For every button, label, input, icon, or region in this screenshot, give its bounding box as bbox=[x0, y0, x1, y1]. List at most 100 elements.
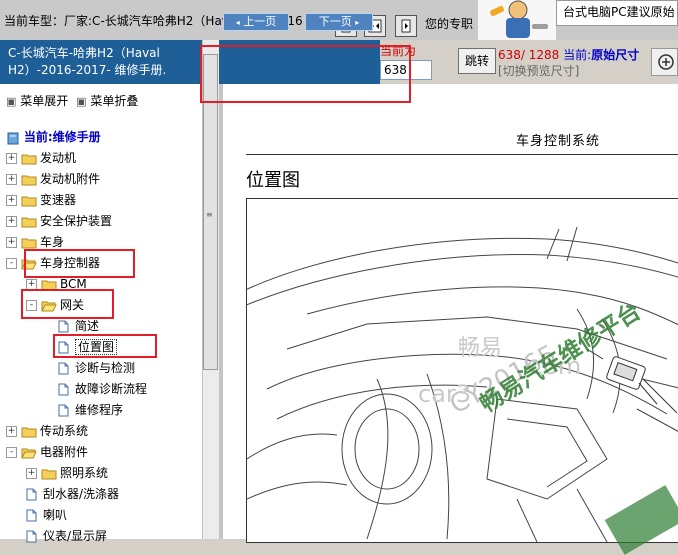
document-icon bbox=[26, 487, 43, 501]
tree-item[interactable]: + 发动机附件 bbox=[6, 169, 100, 189]
document-icon bbox=[26, 529, 43, 543]
tree-item[interactable]: + BCM bbox=[26, 274, 87, 294]
tree-item[interactable]: + 照明系统 bbox=[26, 463, 108, 483]
menu-expand-link[interactable]: 菜单展开 bbox=[20, 94, 68, 108]
next-page-button[interactable]: 下一页 ▸ bbox=[305, 13, 373, 31]
expand-toggle-icon[interactable]: + bbox=[6, 195, 17, 206]
tree-item[interactable]: 位置图 bbox=[58, 337, 118, 357]
document-icon bbox=[58, 361, 75, 375]
document-icon bbox=[26, 508, 43, 522]
doc-divider bbox=[246, 154, 678, 155]
document-icon bbox=[58, 319, 75, 333]
tree-item-label: 故障诊断流程 bbox=[75, 382, 148, 396]
tree-item-label: 位置图 bbox=[75, 339, 118, 355]
expand-toggle-icon[interactable]: + bbox=[6, 426, 17, 437]
tree-item[interactable]: + 变速器 bbox=[6, 190, 76, 210]
tree-item-label: 照明系统 bbox=[60, 466, 109, 480]
collapse-toggle-icon[interactable]: - bbox=[6, 258, 17, 269]
model-label: 当前车型： bbox=[4, 14, 65, 28]
ad-mechanic-image[interactable] bbox=[478, 0, 556, 40]
menu-collapse-link[interactable]: 菜单折叠 bbox=[90, 94, 138, 108]
manual-title: C-长城汽车-哈弗H2（Haval H2）-2016-2017- 维修手册. bbox=[0, 40, 218, 84]
expand-icon: ▣ bbox=[6, 95, 17, 108]
expand-toggle-icon[interactable]: + bbox=[6, 237, 17, 248]
document-icon bbox=[58, 403, 75, 417]
tree-item-label: 发动机 bbox=[40, 151, 77, 165]
tree-item[interactable]: 诊断与检测 bbox=[58, 358, 135, 378]
tree-item-label: 变速器 bbox=[40, 193, 77, 207]
tree-item[interactable]: 故障诊断流程 bbox=[58, 379, 147, 399]
splitter-grip-icon: ≡ bbox=[206, 210, 213, 219]
tree-item-label: 网关 bbox=[60, 298, 85, 312]
collapse-toggle-icon[interactable]: - bbox=[26, 300, 37, 311]
triangle-right-icon: ▸ bbox=[355, 18, 360, 27]
tree-item-label: 安全保护装置 bbox=[40, 214, 113, 228]
dashboard-line-drawing bbox=[236, 226, 678, 543]
folder-open-icon bbox=[21, 445, 40, 459]
ad-banner[interactable]: 台式电脑PC建议原始 bbox=[556, 0, 678, 26]
tree-item[interactable]: - 车身控制器 bbox=[6, 253, 100, 273]
tree-item[interactable]: 简述 bbox=[58, 316, 99, 336]
expand-toggle-icon[interactable]: + bbox=[26, 468, 37, 479]
collapse-toggle-icon[interactable]: - bbox=[6, 447, 17, 458]
doc-header: 车身控制系统 bbox=[516, 134, 601, 149]
tree-item-label: 简述 bbox=[75, 319, 100, 333]
next-page-label: 下一页 bbox=[318, 15, 352, 28]
tree-item-label: 发动机附件 bbox=[40, 172, 101, 186]
document-icon bbox=[58, 340, 75, 354]
expand-toggle-icon[interactable]: + bbox=[26, 279, 37, 290]
folder-icon bbox=[21, 235, 40, 249]
tree-item-label: 仪表/显示屏 bbox=[43, 529, 108, 543]
tree-item[interactable]: 仪表/显示屏 bbox=[26, 526, 107, 546]
tree-item-label: 维修程序 bbox=[75, 403, 124, 417]
folder-icon bbox=[41, 466, 60, 480]
tree-item-label: 诊断与检测 bbox=[75, 361, 136, 375]
tree-item[interactable]: - 电器附件 bbox=[6, 442, 88, 462]
folder-icon bbox=[41, 277, 60, 291]
tree-item-label: 电器附件 bbox=[40, 445, 89, 459]
location-diagram bbox=[236, 198, 678, 543]
current-page-label: 当前为 bbox=[380, 44, 417, 58]
jump-button[interactable]: 跳转 bbox=[458, 48, 496, 74]
pager-bar bbox=[218, 40, 380, 84]
arrow-right-icon bbox=[401, 19, 411, 33]
expand-toggle-icon[interactable]: + bbox=[6, 174, 17, 185]
tree-item[interactable]: - 网关 bbox=[26, 295, 84, 315]
mechanic-icon bbox=[490, 0, 548, 38]
folder-open-icon bbox=[21, 256, 40, 270]
tree-root[interactable]: 当前:维修手册 bbox=[6, 127, 101, 147]
folder-icon bbox=[21, 172, 40, 186]
tree-root-label: 当前:维修手册 bbox=[23, 130, 101, 144]
tree-item-label: BCM bbox=[60, 277, 87, 291]
tree-item[interactable]: + 发动机 bbox=[6, 148, 76, 168]
folder-icon bbox=[21, 424, 40, 438]
tree-item[interactable]: + 传动系统 bbox=[6, 421, 88, 441]
tree-item[interactable]: 喇叭 bbox=[26, 505, 67, 525]
top-hint-text: 您的专职 bbox=[425, 17, 474, 31]
doc-title: 位置图 bbox=[246, 170, 300, 191]
prev-page-label: 上一页 bbox=[243, 15, 277, 28]
page-number-input[interactable] bbox=[380, 60, 432, 80]
zoom-button[interactable] bbox=[651, 48, 678, 76]
zoom-label: 当前: bbox=[563, 48, 592, 62]
tree-item-label: 刮水器/洗涤器 bbox=[43, 487, 120, 501]
nav-right-button[interactable] bbox=[395, 15, 417, 37]
page-count: 638/ 1288 bbox=[498, 48, 560, 62]
expand-toggle-icon[interactable]: + bbox=[6, 153, 17, 164]
tree-item[interactable]: + 车身 bbox=[6, 232, 64, 252]
tree-item[interactable]: 刮水器/洗涤器 bbox=[26, 484, 119, 504]
zoom-value: 原始尺寸 bbox=[591, 48, 640, 62]
tree-item[interactable]: + 安全保护装置 bbox=[6, 211, 112, 231]
page-info: 638/ 1288 当前:原始尺寸 bbox=[498, 46, 639, 63]
tree-item-label: 传动系统 bbox=[40, 424, 89, 438]
folder-icon bbox=[21, 193, 40, 207]
tree-item[interactable]: 维修程序 bbox=[58, 400, 123, 420]
folder-icon bbox=[21, 214, 40, 228]
tree-item-label: 车身 bbox=[40, 235, 65, 249]
prev-page-button[interactable]: ◂ 上一页 bbox=[223, 13, 289, 31]
book-icon bbox=[7, 132, 19, 144]
expand-toggle-icon[interactable]: + bbox=[6, 216, 17, 227]
switch-zoom-link[interactable]: [切换预览尺寸] bbox=[498, 62, 579, 79]
collapse-icon: ▣ bbox=[76, 95, 87, 108]
magnifier-icon bbox=[658, 54, 674, 70]
